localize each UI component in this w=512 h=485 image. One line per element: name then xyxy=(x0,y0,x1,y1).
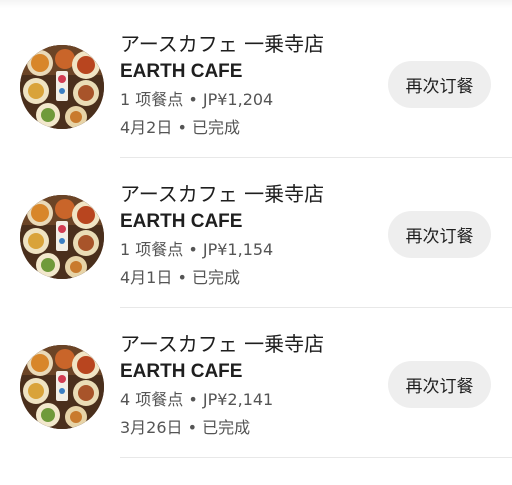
food-platter-image xyxy=(20,195,104,279)
order-item[interactable]: アースカフェ 一乗寺店 EARTH CAFE 4 项餐点 • JP¥2,141 … xyxy=(0,308,512,458)
order-summary: 1 项餐点 • JP¥1,204 xyxy=(120,90,274,109)
top-shadow-bar xyxy=(0,0,512,8)
order-info: アースカフェ 一乗寺店 EARTH CAFE 1 项餐点 • JP¥1,154 … xyxy=(120,180,324,292)
store-name-jp: アースカフェ 一乗寺店 xyxy=(120,32,325,56)
store-name-en: EARTH CAFE xyxy=(120,61,243,82)
order-summary: 1 项餐点 • JP¥1,154 xyxy=(120,240,274,259)
store-name-jp: アースカフェ 一乗寺店 xyxy=(120,332,325,356)
store-name-en: EARTH CAFE xyxy=(120,211,243,232)
divider xyxy=(120,457,512,458)
reorder-button[interactable]: 再次订餐 xyxy=(388,211,491,258)
store-name-jp: アースカフェ 一乗寺店 xyxy=(120,182,325,206)
food-platter-image xyxy=(20,45,104,129)
order-summary: 4 项餐点 • JP¥2,141 xyxy=(120,390,274,409)
store-name-en: EARTH CAFE xyxy=(120,361,243,382)
order-info: アースカフェ 一乗寺店 EARTH CAFE 4 项餐点 • JP¥2,141 … xyxy=(120,330,324,442)
reorder-button[interactable]: 再次订餐 xyxy=(388,361,491,408)
order-item[interactable]: アースカフェ 一乗寺店 EARTH CAFE 1 项餐点 • JP¥1,204 … xyxy=(0,8,512,158)
food-platter-image xyxy=(20,345,104,429)
order-item[interactable]: アースカフェ 一乗寺店 EARTH CAFE 1 项餐点 • JP¥1,154 … xyxy=(0,158,512,308)
order-status-line: 3月26日 • 已完成 xyxy=(120,418,251,437)
order-status-line: 4月2日 • 已完成 xyxy=(120,118,240,137)
order-info: アースカフェ 一乗寺店 EARTH CAFE 1 项餐点 • JP¥1,204 … xyxy=(120,30,324,142)
order-history-list: アースカフェ 一乗寺店 EARTH CAFE 1 项餐点 • JP¥1,204 … xyxy=(0,8,512,458)
reorder-button[interactable]: 再次订餐 xyxy=(388,61,491,108)
order-status-line: 4月1日 • 已完成 xyxy=(120,268,240,287)
